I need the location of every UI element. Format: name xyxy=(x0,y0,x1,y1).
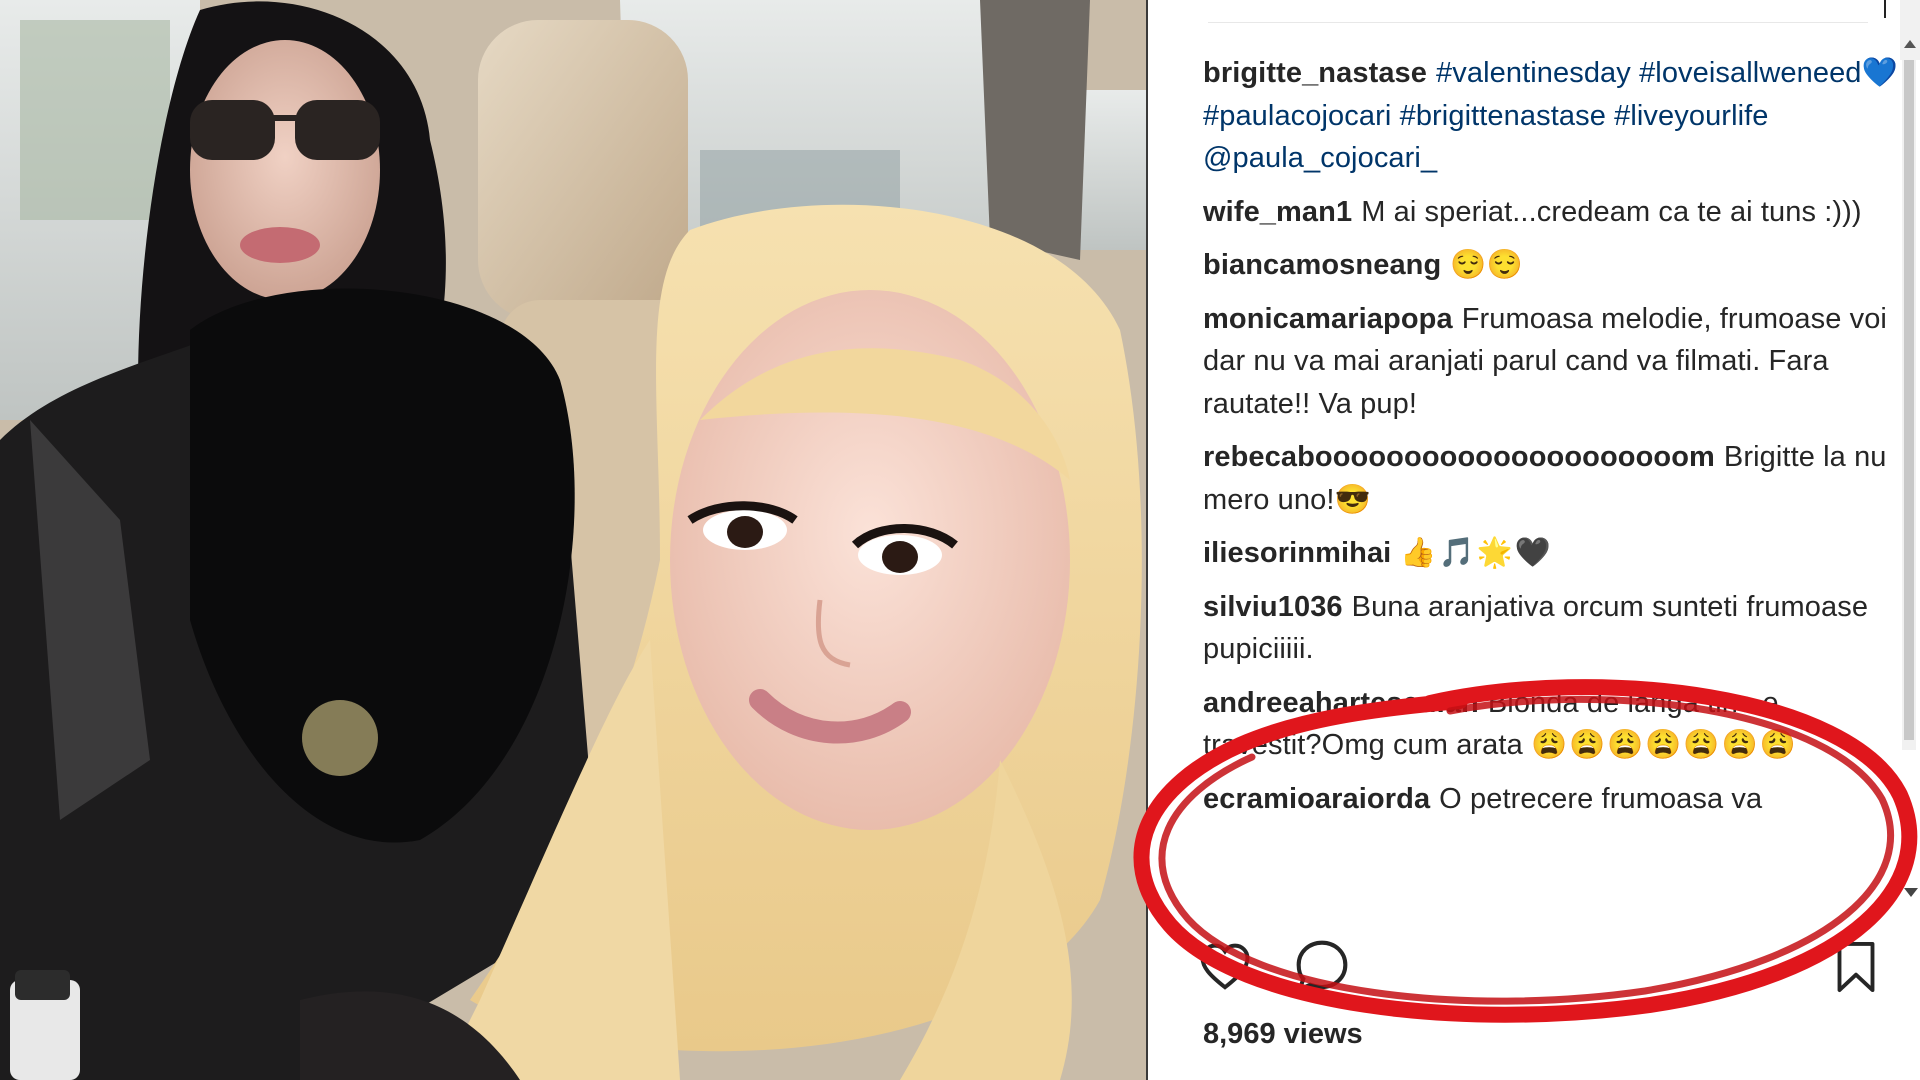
scroll-up-icon[interactable] xyxy=(1904,40,1916,48)
user-mention[interactable]: @paula_cojocari_ xyxy=(1203,142,1437,174)
header-divider xyxy=(1208,22,1868,23)
post-actions xyxy=(1198,940,1918,1000)
comment-username[interactable]: biancamosneang xyxy=(1203,249,1441,281)
caption-username[interactable]: brigitte_nastase xyxy=(1203,57,1427,89)
comment-item: rebecabooooooooooooooooooooom Brigitte la… xyxy=(1203,436,1903,521)
comment-username[interactable]: wife_man1 xyxy=(1203,196,1352,228)
comments-panel: brigitte_nastase #valentinesday #loveisal… xyxy=(1148,0,1920,1080)
hashtag[interactable]: #liveyourlife xyxy=(1614,100,1768,132)
comment-username[interactable]: silviu1036 xyxy=(1203,591,1343,623)
hashtag[interactable]: #paulacojocari xyxy=(1203,100,1391,132)
comment-username[interactable]: monicamariapopa xyxy=(1203,303,1453,335)
comment-item: silviu1036 Buna aranjativa orcum sunteti … xyxy=(1203,586,1903,671)
comment-item: monicamariapopa Frumoasa melodie, frumoas… xyxy=(1203,298,1903,426)
hashtag[interactable]: #loveisallweneed💙 xyxy=(1639,57,1898,89)
comment-item: iliesorinmihai 👍🎵🌟🖤 xyxy=(1203,532,1903,575)
comment-username[interactable]: andreeahartescu.ah xyxy=(1203,687,1479,719)
comment-item: wife_man1 M ai speriat...credeam ca te ai… xyxy=(1203,191,1903,234)
selfie-in-car-image xyxy=(0,0,1146,1080)
comment-text: 👍🎵🌟🖤 xyxy=(1400,537,1553,569)
post-photo[interactable] xyxy=(0,0,1146,1080)
scrollbar-thumb[interactable] xyxy=(1904,60,1914,740)
comment-item: ecramioaraiorda O petrecere frumoasa va xyxy=(1203,778,1903,821)
comment-text: 😌😌 xyxy=(1450,249,1523,281)
comment-text: O petrecere frumoasa va xyxy=(1439,782,1763,815)
comment-item-highlighted: andreeahartescu.ah Blonda de langa tine e… xyxy=(1203,682,1903,767)
comments-scrollbar[interactable] xyxy=(1902,60,1916,750)
hashtag[interactable]: #valentinesday xyxy=(1436,57,1631,89)
scroll-down-icon[interactable] xyxy=(1904,888,1918,897)
speech-bubble-icon[interactable] xyxy=(1294,938,1350,999)
hashtag[interactable]: #brigittenastase xyxy=(1400,100,1606,132)
panel-corner-line xyxy=(1884,0,1886,18)
view-count: 8,969 views xyxy=(1203,1018,1363,1050)
post-caption: brigitte_nastase #valentinesday #loveisal… xyxy=(1203,52,1903,180)
comment-emojis: 😩😩😩😩😩😩😩 xyxy=(1530,729,1798,761)
comment-username[interactable]: ecramioaraiorda xyxy=(1203,783,1430,815)
comment-item: biancamosneang 😌😌 xyxy=(1203,244,1903,287)
heart-outline-icon[interactable] xyxy=(1198,940,1252,999)
bookmark-icon[interactable] xyxy=(1834,940,1878,999)
comment-username[interactable]: iliesorinmihai xyxy=(1203,537,1391,569)
comment-username[interactable]: rebecabooooooooooooooooooooom xyxy=(1203,441,1715,473)
comment-text: M ai speriat...credeam ca te ai tuns :))… xyxy=(1361,195,1862,228)
comments-list: brigitte_nastase #valentinesday #loveisal… xyxy=(1203,52,1903,918)
scrollbar-top[interactable] xyxy=(1900,0,1920,60)
